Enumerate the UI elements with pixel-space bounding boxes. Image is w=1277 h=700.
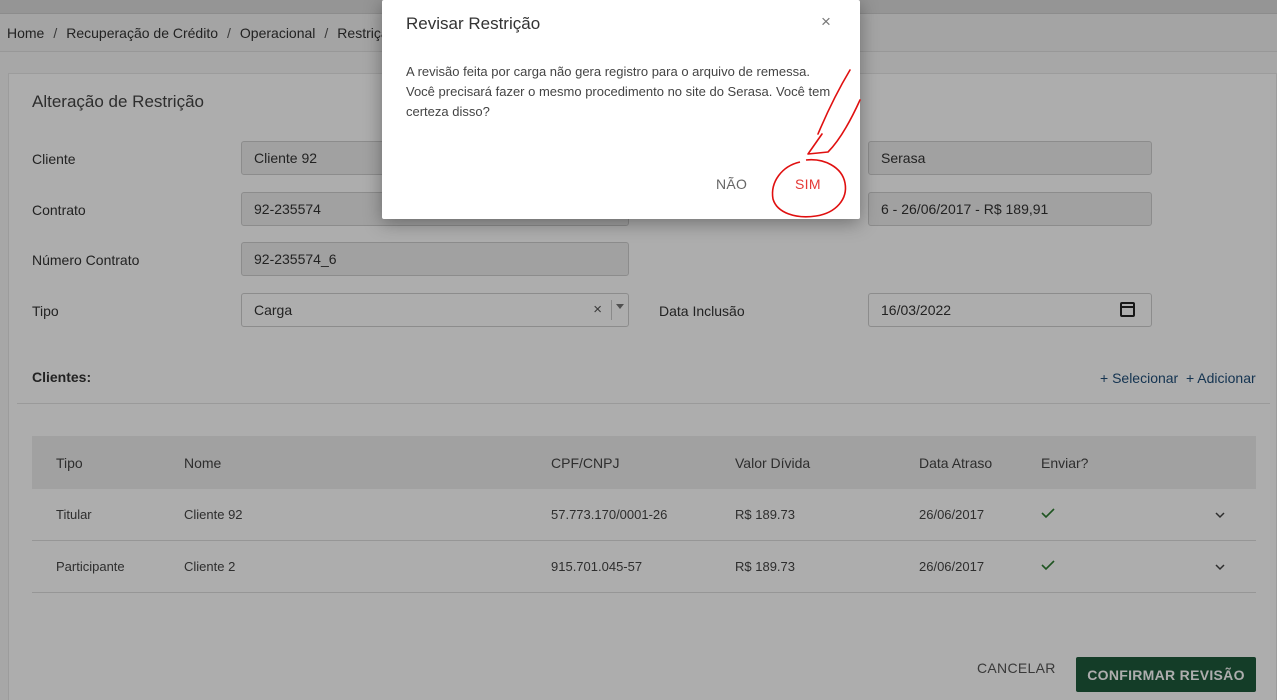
no-button[interactable]: NÃO bbox=[716, 176, 747, 192]
review-dialog: Revisar Restrição × A revisão feita por … bbox=[382, 0, 860, 219]
dialog-title: Revisar Restrição bbox=[406, 14, 541, 33]
dialog-message: A revisão feita por carga não gera regis… bbox=[406, 64, 831, 119]
close-icon[interactable]: × bbox=[821, 12, 831, 32]
yes-button[interactable]: SIM bbox=[795, 176, 821, 192]
